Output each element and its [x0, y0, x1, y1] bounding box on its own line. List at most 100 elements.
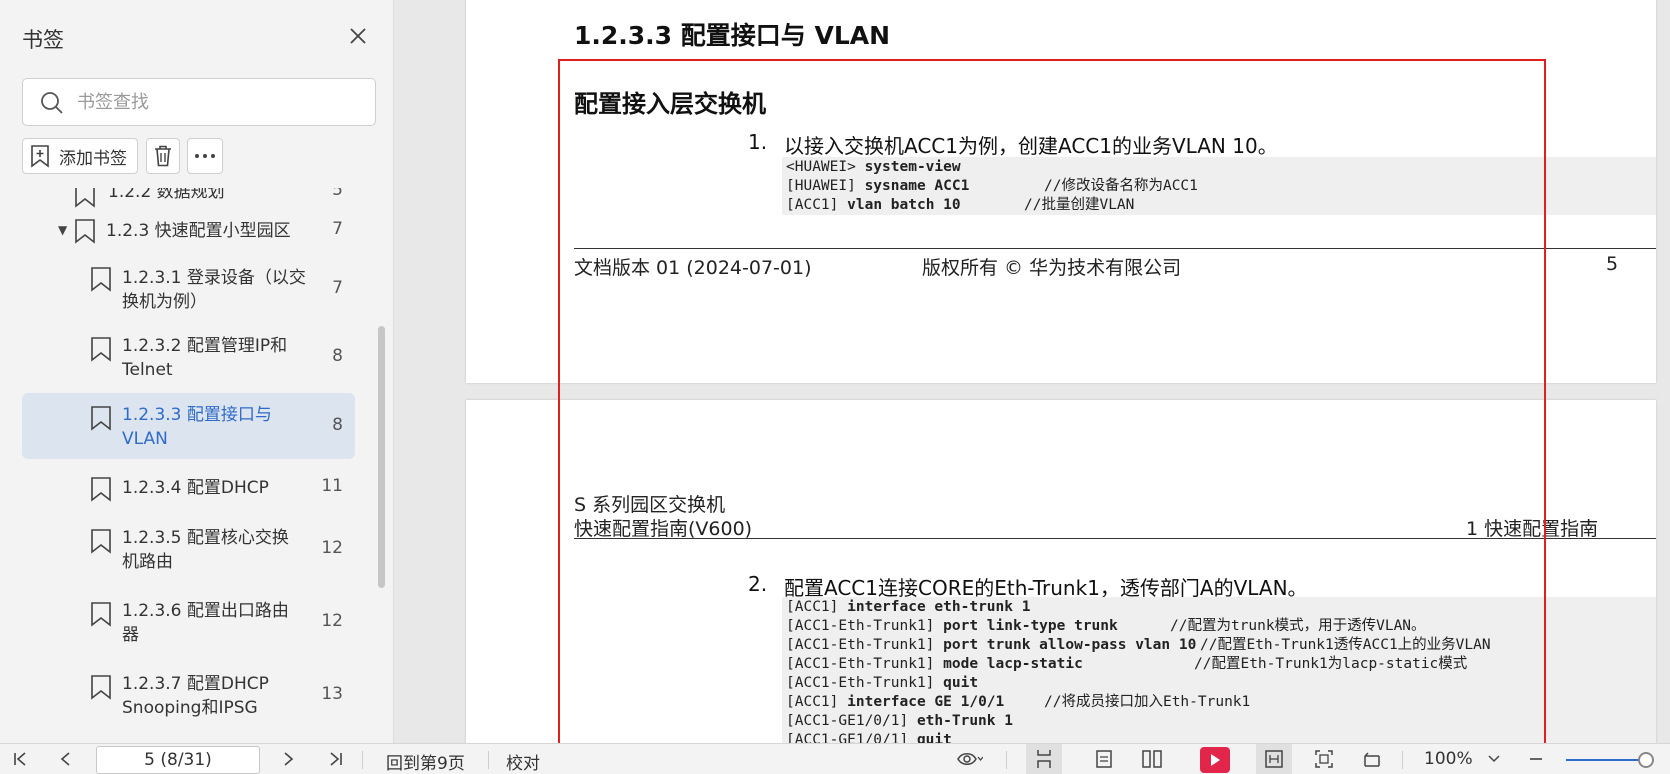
bookmark-item-1-2-3-1[interactable]: 1.2.3.1 登录设备（以交 换机为例） 7 — [22, 262, 355, 318]
first-page-icon[interactable] — [10, 748, 30, 770]
bookmark-tree: 1.2.2 数据规划 5 ▼ 1.2.3 快速配置小型园区 7 1.2.3.1 … — [0, 188, 393, 743]
sidebar-title: 书签 — [22, 28, 64, 52]
bookmark-page: 12 — [321, 611, 343, 631]
bookmark-label-line1: 1.2.3.5 配置核心交换 — [122, 528, 289, 548]
code-line: [ACC1-Eth-Trunk1] mode lacp-static — [786, 656, 1083, 672]
footer-page-number: 5 — [1606, 253, 1619, 275]
zoom-slider-handle[interactable] — [1638, 752, 1654, 768]
more-options-button[interactable] — [187, 138, 223, 174]
bookmark-icon — [91, 337, 111, 362]
bookmark-page: 8 — [332, 346, 343, 366]
bookmark-item-1-2-3-6[interactable]: 1.2.3.6 配置出口路由 器 12 — [22, 595, 355, 651]
bookmark-label-line2: 换机为例） — [122, 292, 207, 312]
header-rule — [574, 538, 1656, 539]
play-icon — [1211, 754, 1220, 766]
play-presentation-button[interactable] — [1200, 747, 1230, 773]
proofread-button[interactable]: 校对 — [506, 749, 540, 774]
bookmark-item-1-2-3-2[interactable]: 1.2.3.2 配置管理IP和 Telnet 8 — [22, 330, 355, 386]
bookmark-page: 5 — [332, 188, 343, 200]
bookmark-item-1-2-2[interactable]: 1.2.2 数据规划 5 — [22, 188, 355, 208]
zoom-out-icon[interactable] — [1526, 748, 1546, 770]
section-title: 1.2.3.3 配置接口与 VLAN — [574, 21, 891, 50]
bookmark-item-1-2-3-5[interactable]: 1.2.3.5 配置核心交换 机路由 12 — [22, 522, 355, 578]
code-line: [ACC1] interface eth-trunk 1 — [786, 599, 1031, 615]
page-number-input[interactable]: 5 (8/31) — [96, 746, 260, 774]
subsection-title: 配置接入层交换机 — [574, 90, 766, 118]
close-icon[interactable] — [346, 24, 370, 48]
bookmark-search[interactable] — [22, 78, 376, 126]
sidebar-scrollbar[interactable] — [378, 326, 385, 588]
code-line: [ACC1-GE1/0/1] quit — [786, 732, 952, 743]
code-comment: //批量创建VLAN — [1024, 197, 1135, 213]
single-page-icon[interactable] — [1092, 748, 1116, 770]
bookmark-page: 11 — [321, 476, 343, 496]
delete-bookmark-button[interactable] — [146, 138, 180, 174]
code-line: [ACC1] interface GE 1/0/1 — [786, 694, 1005, 710]
bookmark-icon — [91, 406, 111, 431]
code-comment: //配置Eth-Trunk1透传ACC1上的业务VLAN — [1200, 637, 1491, 653]
fit-width-icon[interactable] — [1262, 748, 1286, 770]
expand-caret-icon[interactable]: ▼ — [58, 223, 67, 237]
code-comment: //将成员接口加入Eth-Trunk1 — [1044, 694, 1251, 710]
bookmark-label-line2: 机路由 — [122, 552, 173, 572]
document-page: S 系列园区交换机 快速配置指南(V600) 1 快速配置指南 2. 配置ACC… — [466, 400, 1656, 743]
bookmark-icon — [75, 188, 95, 208]
code-line: [ACC1] vlan batch 10 — [786, 197, 961, 213]
header-guide: 快速配置指南(V600) — [574, 518, 753, 540]
code-comment: //修改设备名称为ACC1 — [1044, 178, 1198, 194]
fit-page-icon[interactable] — [1312, 748, 1336, 770]
divider — [1006, 751, 1007, 769]
status-toolbar: 5 (8/31) 回到第9页 校对 100% — [0, 743, 1670, 774]
step-number: 1. — [748, 130, 768, 154]
bookmark-label-line2: Telnet — [122, 360, 173, 380]
header-product: S 系列园区交换机 — [574, 494, 726, 516]
bookmark-label-line2: VLAN — [122, 429, 168, 449]
bookmark-icon — [91, 477, 111, 502]
code-line: [ACC1-GE1/0/1] eth-Trunk 1 — [786, 713, 1013, 729]
next-page-icon[interactable] — [278, 748, 298, 770]
bookmark-page: 7 — [332, 278, 343, 298]
back-to-page-link[interactable]: 回到第9页 — [386, 749, 465, 774]
last-page-icon[interactable] — [326, 748, 346, 770]
zoom-slider-track[interactable] — [1566, 759, 1646, 761]
bookmark-icon — [91, 675, 111, 700]
bookmark-label: 1.2.2 数据规划 — [108, 188, 225, 202]
footer-copyright: 版权所有 © 华为技术有限公司 — [922, 257, 1182, 279]
bookmark-search-input[interactable] — [77, 87, 357, 117]
search-icon — [39, 90, 65, 116]
document-view[interactable]: 1.2.3.3 配置接口与 VLAN 配置接入层交换机 1. 以接入交换机ACC… — [394, 0, 1670, 743]
bookmark-item-1-2-3-7[interactable]: 1.2.3.7 配置DHCP Snooping和IPSG 13 — [22, 668, 355, 724]
chevron-down-icon[interactable] — [1486, 748, 1502, 770]
bookmark-page: 12 — [321, 538, 343, 558]
document-page: 1.2.3.3 配置接口与 VLAN 配置接入层交换机 1. 以接入交换机ACC… — [466, 0, 1656, 383]
trash-icon — [155, 145, 171, 167]
bookmark-item-1-2-3-4[interactable]: 1.2.3.4 配置DHCP 11 — [22, 472, 355, 504]
bookmark-page: 13 — [321, 684, 343, 704]
bookmark-item-1-2-3[interactable]: ▼ 1.2.3 快速配置小型园区 7 — [22, 216, 355, 246]
prev-page-icon[interactable] — [56, 748, 76, 770]
bookmark-item-1-2-3-3[interactable]: 1.2.3.3 配置接口与 VLAN 8 — [22, 393, 355, 459]
add-bookmark-icon — [31, 145, 49, 168]
rotate-icon[interactable] — [1360, 748, 1384, 770]
zoom-select[interactable]: 100% — [1424, 749, 1473, 769]
code-comment: //配置为trunk模式，用于透传VLAN。 — [1170, 618, 1426, 634]
double-page-icon[interactable] — [1140, 748, 1164, 770]
code-line: <HUAWEI> system-view — [786, 159, 961, 175]
bookmark-label-line1: 1.2.3.7 配置DHCP — [122, 674, 269, 694]
code-line: [ACC1-Eth-Trunk1] port trunk allow-pass … — [786, 637, 1197, 653]
eye-mode-button[interactable] — [948, 748, 992, 770]
bookmark-sidebar: 书签 添加书签 1.2.2 数据规划 5 ▼ 1.2.3 快速配置小型园区 7 — [0, 0, 394, 743]
bookmark-label-line1: 1.2.3.3 配置接口与 — [122, 405, 272, 425]
code-line: [ACC1-Eth-Trunk1] port link-type trunk — [786, 618, 1118, 634]
code-block: [ACC1] interface eth-trunk 1 [ACC1-Eth-T… — [782, 597, 1656, 743]
divider — [362, 751, 363, 769]
divider — [488, 751, 489, 769]
continuous-page-icon[interactable] — [1032, 748, 1056, 770]
step-text: 以接入交换机ACC1为例，创建ACC1的业务VLAN 10。 — [784, 134, 1278, 158]
code-line: [ACC1-Eth-Trunk1] quit — [786, 675, 979, 691]
bookmark-icon — [91, 602, 111, 627]
bookmark-label-line2: 器 — [122, 625, 139, 645]
bookmark-label-line2: Snooping和IPSG — [122, 698, 258, 718]
header-chapter: 1 快速配置指南 — [1466, 518, 1599, 540]
add-bookmark-button[interactable]: 添加书签 — [22, 138, 138, 174]
